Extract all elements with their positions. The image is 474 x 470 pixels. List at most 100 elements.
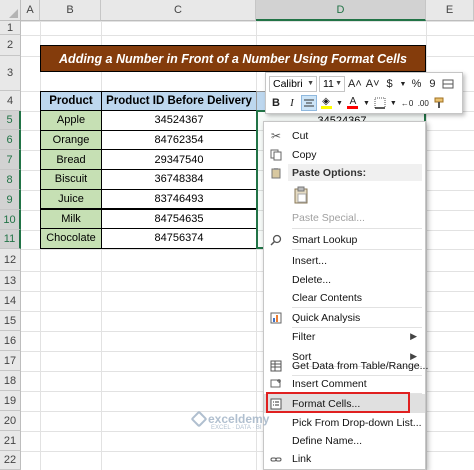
chevron-down-icon[interactable]: ▼ [362,95,371,111]
menu-item-delete[interactable]: Delete... [264,270,425,289]
align-center-icon [304,99,314,106]
column-header-d[interactable]: D [256,0,426,21]
menu-item-filter[interactable]: Filter ▶ [264,327,425,346]
increase-decimal-button[interactable]: .00 [416,95,430,111]
row-header-11[interactable]: 11 [0,230,21,249]
row-header-19[interactable]: 19 [0,391,21,411]
row-header-7[interactable]: 7 [0,150,21,170]
column-header-e[interactable]: E [426,0,474,21]
chevron-down-icon[interactable]: ▼ [335,95,344,111]
menu-item-pick-from-list[interactable]: Pick From Drop-down List... [264,413,425,432]
row-header-4[interactable]: 4 [0,91,21,111]
menu-item-insert[interactable]: Insert... [264,251,425,270]
format-painter-button[interactable] [432,95,446,111]
menu-label: Define Name... [292,434,363,447]
table-cell-product[interactable]: Chocolate [40,228,102,249]
menu-label: Insert Comment [292,377,367,390]
grid-line [21,35,474,36]
row-header-13[interactable]: 13 [0,271,21,291]
menu-item-insert-comment[interactable]: Insert Comment [264,374,425,393]
align-center-button[interactable] [301,95,317,111]
table-cell-product-id[interactable]: 84756374 [101,228,257,249]
font-color-swatch [347,106,359,109]
table-cell-product-id[interactable]: 34524367 [101,110,257,131]
row-header-16[interactable]: 16 [0,331,21,351]
row-header-9[interactable]: 9 [0,190,21,210]
table-cell-product-id[interactable]: 83746493 [101,188,257,210]
row-header-20[interactable]: 20 [0,411,21,431]
row-header-22[interactable]: 22 [0,451,21,470]
row-header-6[interactable]: 6 [0,130,21,150]
row-header-3[interactable]: 3 [0,56,21,91]
menu-label: Clear Contents [292,291,363,304]
title-banner: Adding a Number in Front of a Number Usi… [40,45,426,72]
row-header-12[interactable]: 12 [0,249,21,271]
table-cell-product[interactable]: Bread [40,149,102,170]
column-header-c[interactable]: C [101,0,256,21]
decrease-font-button[interactable]: A˅ [365,76,381,92]
chevron-down-icon: ▼ [307,80,314,87]
exceldemy-logo-icon [190,410,208,428]
menu-item-clear-contents[interactable]: Clear Contents [264,288,425,307]
bold-button[interactable]: B [269,95,283,111]
scissors-icon: ✂ [270,128,282,143]
menu-item-get-data[interactable]: Get Data from Table/Range... [264,356,428,375]
table-cell-product[interactable]: Orange [40,129,102,151]
font-name-box[interactable]: Calibri ▼ [269,76,317,92]
header-product[interactable]: Product [40,91,102,111]
fill-color-swatch [320,106,332,109]
select-all-corner[interactable] [0,0,21,21]
menu-item-paste-special[interactable]: Paste Special... [264,208,425,227]
table-cell-product-id[interactable]: 84762354 [101,129,257,151]
menu-label: Paste Special... [292,211,365,224]
comma-style-button[interactable]: 9 [425,76,439,92]
row-header-5[interactable]: 5 [0,111,21,130]
fill-color-button[interactable]: ◈ [319,95,333,111]
chevron-down-icon[interactable]: ▼ [399,76,408,92]
table-cell-product[interactable]: Juice [40,188,102,210]
search-icon [264,230,288,249]
table-cell-product[interactable]: Biscuit [40,169,102,190]
row-header-10[interactable]: 10 [0,210,21,230]
menu-item-cut[interactable]: ✂ Cut [264,126,425,145]
font-size-box[interactable]: 11 ▼ [319,76,345,92]
row-header-15[interactable]: 15 [0,311,21,331]
table-cell-product[interactable]: Milk [40,208,102,229]
table-cell-product[interactable]: Apple [40,110,102,131]
chevron-down-icon[interactable]: ▼ [389,95,398,111]
blank-icon [264,251,288,270]
link-icon [264,449,288,468]
table-cell-product-id[interactable]: 29347540 [101,149,257,170]
quick-analysis-icon [264,308,288,327]
menu-label: Quick Analysis [292,311,361,324]
menu-item-define-name[interactable]: Define Name... [264,431,425,450]
percent-style-button[interactable]: % [409,76,423,92]
format-painter-small-icon[interactable] [441,76,455,92]
menu-label: Cut [292,129,309,142]
menu-item-smart-lookup[interactable]: Smart Lookup [264,230,425,249]
column-header-b[interactable]: B [40,0,101,21]
paste-button[interactable] [290,184,312,206]
table-cell-product-id[interactable]: 84754635 [101,208,257,229]
row-header-1[interactable]: 1 [0,21,21,35]
header-product-id[interactable]: Product ID Before Delivery [101,91,257,111]
row-header-14[interactable]: 14 [0,291,21,311]
blank-icon [264,327,288,346]
menu-item-copy[interactable]: Copy [264,145,425,164]
menu-item-quick-analysis[interactable]: Quick Analysis [264,308,425,327]
table-cell-product-id[interactable]: 36748384 [101,169,257,190]
row-header-21[interactable]: 21 [0,431,21,451]
row-header-17[interactable]: 17 [0,351,21,371]
format-cells-highlight [266,392,410,413]
increase-font-button[interactable]: A˄ [347,76,363,92]
menu-item-link[interactable]: Link [264,449,425,468]
currency-format-button[interactable]: $ [383,76,397,92]
borders-button[interactable] [373,95,387,111]
column-header-a[interactable]: A [21,0,40,21]
row-header-18[interactable]: 18 [0,371,21,391]
row-header-2[interactable]: 2 [0,35,21,56]
row-header-8[interactable]: 8 [0,170,21,190]
font-color-button[interactable]: A [346,95,360,111]
italic-button[interactable]: I [285,95,299,111]
decrease-decimal-button[interactable]: ←0 [400,95,414,111]
